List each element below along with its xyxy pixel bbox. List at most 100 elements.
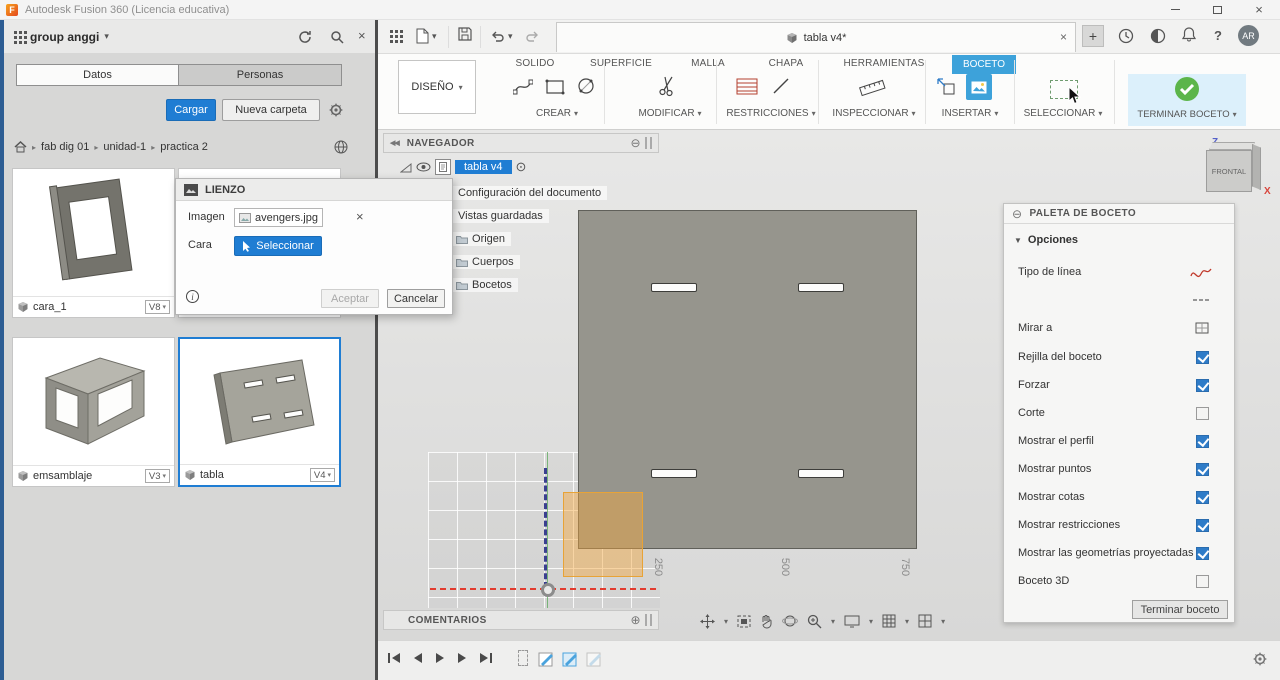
panel-grip[interactable] — [645, 137, 652, 149]
rectangle-tool-icon[interactable] — [545, 79, 565, 95]
part-slot[interactable] — [798, 283, 844, 292]
select-face-button[interactable]: Seleccionar — [234, 236, 322, 256]
part-slot[interactable] — [798, 469, 844, 478]
look-at-icon[interactable] — [1194, 321, 1210, 335]
timeline-sketch-feature[interactable] — [586, 650, 603, 667]
image-file-chip[interactable]: avengers.jpg — [234, 208, 323, 227]
group-seleccionar[interactable]: SELECCIONAR ▾ — [1018, 108, 1108, 119]
navigator-document-name[interactable]: tabla v4 — [455, 160, 512, 174]
navigator-row-cuerpos[interactable]: ▸ Cuerpos — [442, 255, 520, 269]
data-item-emsamblaje[interactable]: emsamblaje V3 ▾ — [12, 337, 175, 487]
comments-header[interactable]: COMENTARIOS ⊕ — [383, 610, 659, 630]
navigator-row-chip[interactable]: Cuerpos — [450, 255, 520, 269]
group-restricciones[interactable]: RESTRICCIONES ▾ — [725, 108, 817, 119]
viewports-icon[interactable] — [918, 614, 932, 628]
group-inspeccionar[interactable]: INSPECCIONAR ▾ — [828, 108, 920, 119]
notifications-bell-icon[interactable] — [1182, 27, 1196, 43]
group-crear[interactable]: CREAR ▾ — [527, 108, 587, 119]
caret-down-icon[interactable]: ▾ — [905, 617, 909, 626]
settings-gear-icon[interactable] — [328, 102, 344, 118]
group-modificar[interactable]: MODIFICAR ▾ — [630, 108, 710, 119]
ribbon-tab-chapa[interactable]: CHAPA — [762, 58, 810, 69]
pan-icon[interactable] — [700, 613, 715, 629]
document-tab[interactable]: tabla v4* × — [556, 22, 1076, 52]
insert-canvas-active-tool[interactable] — [966, 74, 992, 100]
breadcrumb-folder[interactable]: unidad-1 — [103, 141, 146, 153]
checkbox-rejilla[interactable] — [1196, 350, 1209, 364]
trim-scissors-icon[interactable] — [658, 75, 676, 97]
checkbox-boceto3d[interactable] — [1196, 574, 1209, 588]
spline-linetype-icon[interactable] — [1190, 266, 1212, 279]
ribbon-tab-malla[interactable]: MALLA — [684, 58, 732, 69]
refresh-icon[interactable] — [298, 30, 312, 44]
collapse-icon[interactable]: ⊖ — [631, 136, 641, 150]
cancel-button[interactable]: Cancelar — [387, 289, 445, 308]
file-menu-icon[interactable] — [416, 28, 429, 44]
apps-grid-icon[interactable] — [390, 30, 403, 43]
breadcrumb-root[interactable]: fab dig 01 — [41, 141, 89, 153]
new-folder-button[interactable]: Nueva carpeta — [222, 99, 320, 121]
part-slot[interactable] — [651, 283, 697, 292]
finish-sketch-button[interactable]: TERMINAR BOCETO ▾ — [1128, 109, 1246, 120]
ribbon-tab-solido[interactable]: SOLIDO — [508, 58, 562, 69]
project-caret-icon[interactable]: ▾ — [104, 31, 109, 42]
checkbox-perfil[interactable] — [1196, 434, 1209, 448]
construction-centerline[interactable] — [544, 468, 547, 588]
hand-pan-icon[interactable] — [760, 614, 773, 629]
checkbox-cotas[interactable] — [1196, 490, 1209, 504]
close-tab-icon[interactable]: × — [1060, 30, 1067, 44]
navigator-row-bocetos[interactable]: ▸ Bocetos — [442, 278, 518, 292]
checkbox-corte[interactable] — [1196, 406, 1209, 420]
checkbox-geometrias[interactable] — [1196, 546, 1209, 560]
version-dropdown[interactable]: V3 ▾ — [144, 469, 170, 483]
timeline-sketch-feature[interactable] — [562, 650, 579, 667]
sketch-origin-point[interactable] — [541, 583, 555, 597]
user-avatar[interactable]: AR — [1238, 25, 1259, 46]
step-back-button[interactable] — [414, 653, 422, 663]
checkbox-restricciones[interactable] — [1196, 518, 1209, 532]
sketch-palette-header[interactable]: ⊖ PALETA DE BOCETO — [1004, 204, 1234, 224]
undo-caret-icon[interactable]: ▾ — [508, 31, 513, 42]
help-icon[interactable]: ? — [1214, 28, 1222, 43]
collapse-icon[interactable]: ⊖ — [1012, 207, 1022, 221]
tab-datos[interactable]: Datos — [16, 64, 179, 86]
finish-sketch-small-button[interactable]: Terminar boceto — [1132, 600, 1228, 619]
maximize-button[interactable] — [1196, 0, 1238, 19]
orbit-icon[interactable] — [782, 613, 799, 629]
caret-down-icon[interactable]: ▾ — [869, 617, 873, 626]
document-icon[interactable] — [435, 159, 451, 175]
viewcube-right-face[interactable] — [1252, 144, 1261, 190]
undo-icon[interactable] — [490, 29, 506, 42]
job-status-icon[interactable] — [1150, 28, 1166, 44]
design-workspace-dropdown[interactable]: DISEÑO ▾ — [398, 60, 476, 114]
insert-tool-icon[interactable] — [936, 77, 956, 96]
navigator-header[interactable]: ◀◀ NAVEGADOR ⊖ — [383, 133, 659, 153]
display-settings-icon[interactable] — [844, 615, 860, 628]
eye-icon[interactable] — [416, 162, 431, 172]
checkbox-puntos[interactable] — [1196, 462, 1209, 476]
expand-icon[interactable]: ⊕ — [631, 613, 641, 627]
new-tab-button[interactable]: + — [1082, 25, 1104, 47]
data-item-tabla[interactable]: tabla V4 ▾ — [178, 337, 341, 487]
upload-button[interactable]: Cargar — [166, 99, 216, 121]
checkbox-forzar[interactable] — [1196, 378, 1209, 392]
search-icon[interactable] — [330, 30, 344, 44]
info-icon[interactable]: i — [186, 290, 199, 303]
measure-tool-icon[interactable] — [858, 77, 886, 97]
close-window-button[interactable]: × — [1238, 0, 1280, 19]
panel-grip[interactable] — [645, 614, 652, 626]
go-to-end-button[interactable] — [480, 653, 492, 663]
navigator-document-row[interactable]: tabla v4 ⊙ — [400, 159, 526, 175]
fit-view-icon[interactable] — [737, 615, 751, 628]
data-item-cara1[interactable]: cara_1 V8 ▾ — [12, 168, 175, 318]
version-history-clock-icon[interactable] — [1118, 28, 1134, 44]
remove-image-icon[interactable]: × — [356, 209, 364, 224]
collapse-left-icon[interactable]: ◀◀ — [390, 139, 400, 147]
navigator-row-saved-views[interactable]: Vistas guardadas — [452, 209, 549, 223]
tab-personas[interactable]: Personas — [179, 64, 342, 86]
viewcube-front-face[interactable]: FRONTAL — [1206, 150, 1252, 192]
ribbon-tab-boceto[interactable]: BOCETO — [952, 55, 1016, 74]
part-slot[interactable] — [651, 469, 697, 478]
save-icon[interactable] — [458, 27, 472, 41]
construction-line-icon[interactable] — [1192, 296, 1210, 304]
